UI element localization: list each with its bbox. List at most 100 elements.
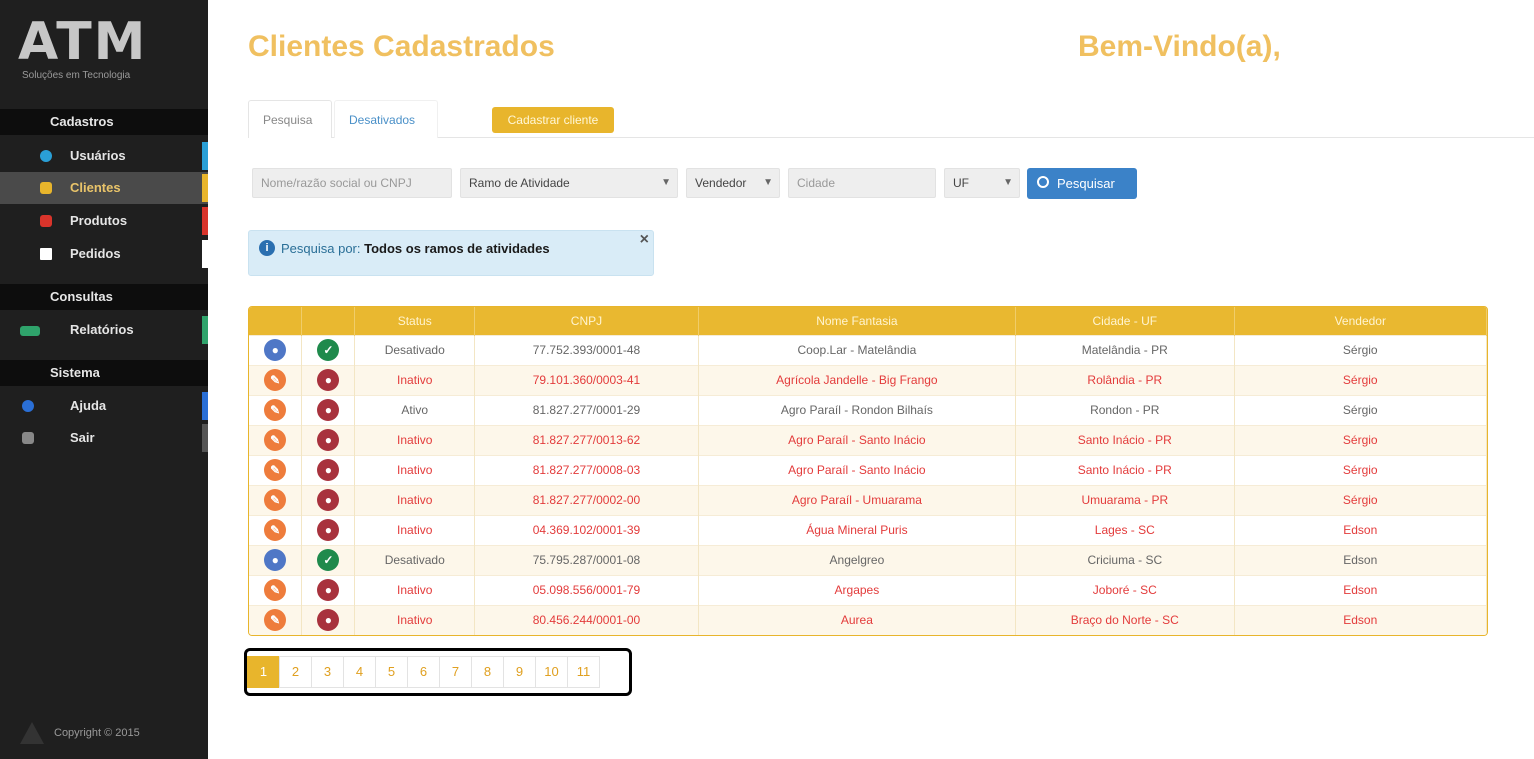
- deactivate-icon[interactable]: ●: [317, 579, 340, 601]
- city-cell: Joboré - SC: [1015, 574, 1235, 605]
- action-cell: ●: [301, 484, 356, 515]
- page-link[interactable]: 9: [503, 656, 536, 688]
- action-cell: ✎: [249, 574, 303, 605]
- activate-icon[interactable]: ✓: [317, 339, 340, 361]
- action-cell: ●: [301, 364, 356, 395]
- view-icon[interactable]: ●: [264, 339, 287, 361]
- cnpj-cell: 81.827.277/0013-62: [474, 424, 699, 455]
- action-cell: ✓: [301, 334, 356, 365]
- edit-icon[interactable]: ✎: [264, 519, 287, 541]
- sidebar-item-ajuda[interactable]: Ajuda: [0, 390, 208, 422]
- city-cell: Criciuma - SC: [1015, 544, 1235, 575]
- clients-table: Status CNPJ Nome Fantasia Cidade - UF Ve…: [248, 306, 1488, 636]
- sidebar-item-relatorios[interactable]: Relatórios: [0, 314, 208, 346]
- cnpj-cell: 04.369.102/0001-39: [474, 514, 699, 545]
- page-link[interactable]: 1: [247, 656, 280, 688]
- status-cell: Inativo: [354, 424, 476, 455]
- seller-value: Vendedor: [695, 176, 747, 190]
- sidebar-item-produtos[interactable]: Produtos: [0, 205, 208, 237]
- sidebar-item-label: Sair: [70, 430, 95, 445]
- seller-cell: Edson: [1234, 574, 1487, 605]
- action-cell: ✓: [301, 544, 356, 575]
- deactivate-icon[interactable]: ●: [317, 519, 340, 541]
- status-cell: Inativo: [354, 604, 476, 635]
- name-cnpj-input[interactable]: Nome/razão social ou CNPJ: [252, 168, 452, 198]
- sidebar-item-sair[interactable]: Sair: [0, 422, 208, 454]
- cnpj-cell: 81.827.277/0008-03: [474, 454, 699, 485]
- cnpj-cell: 75.795.287/0001-08: [474, 544, 699, 575]
- page-link[interactable]: 7: [439, 656, 472, 688]
- city-cell: Braço do Norte - SC: [1015, 604, 1235, 635]
- chevron-down-icon: ▼: [661, 177, 671, 188]
- info-icon: i: [259, 240, 275, 256]
- seller-select[interactable]: Vendedor ▼: [686, 168, 780, 198]
- table-row: ✎ ● Ativo 81.827.277/0001-29 Agro Paraíl - R…: [249, 394, 1487, 425]
- tab-pesquisa[interactable]: Pesquisa: [248, 100, 332, 138]
- page-link[interactable]: 10: [535, 656, 568, 688]
- name-cell: Agro Paraíl - Umuarama: [698, 484, 1017, 515]
- copyright: Copyright © 2015: [20, 722, 140, 744]
- name-cell: Agrícola Jandelle - Big Frango: [698, 364, 1017, 395]
- col-header: [249, 307, 303, 335]
- activate-icon[interactable]: ✓: [317, 549, 340, 571]
- action-cell: ●: [301, 514, 356, 545]
- action-cell: ✎: [249, 364, 303, 395]
- cnpj-cell: 05.098.556/0001-79: [474, 574, 699, 605]
- action-cell: ●: [301, 394, 356, 425]
- city-cell: Rondon - PR: [1015, 394, 1235, 425]
- deactivate-icon[interactable]: ●: [317, 429, 340, 451]
- uf-select[interactable]: UF ▼: [944, 168, 1020, 198]
- logo-text: ATM: [18, 12, 148, 72]
- sidebar-item-pedidos[interactable]: Pedidos: [0, 238, 208, 270]
- page-link[interactable]: 4: [343, 656, 376, 688]
- close-icon[interactable]: ×: [640, 231, 649, 249]
- edit-icon[interactable]: ✎: [264, 429, 287, 451]
- page-link[interactable]: 5: [375, 656, 408, 688]
- help-icon: [22, 400, 34, 412]
- name-cell: Angelgreo: [698, 544, 1017, 575]
- col-header-seller[interactable]: Vendedor: [1234, 307, 1487, 335]
- status-cell: Inativo: [354, 454, 476, 485]
- edit-icon[interactable]: ✎: [264, 489, 287, 511]
- status-cell: Inativo: [354, 574, 476, 605]
- col-header-city[interactable]: Cidade - UF: [1015, 307, 1235, 335]
- sidebar-item-usuarios[interactable]: Usuários: [0, 140, 208, 172]
- uf-value: UF: [953, 176, 969, 190]
- name-cell: Aurea: [698, 604, 1017, 635]
- edit-icon[interactable]: ✎: [264, 459, 287, 481]
- city-cell: Santo Inácio - PR: [1015, 454, 1235, 485]
- page-link[interactable]: 3: [311, 656, 344, 688]
- page-link[interactable]: 6: [407, 656, 440, 688]
- city-cell: Matelândia - PR: [1015, 334, 1235, 365]
- page-link[interactable]: 2: [279, 656, 312, 688]
- tab-desativados[interactable]: Desativados: [334, 100, 438, 138]
- deactivate-icon[interactable]: ●: [317, 369, 340, 391]
- search-button[interactable]: Pesquisar: [1027, 168, 1137, 199]
- table-row: ● ✓ Desativado 75.795.287/0001-08 Angelgreo C…: [249, 544, 1487, 575]
- add-client-button[interactable]: Cadastrar cliente: [492, 107, 614, 133]
- deactivate-icon[interactable]: ●: [317, 459, 340, 481]
- search-info-alert: i Pesquisa por: Todos os ramos de ativid…: [248, 230, 654, 276]
- col-header-name[interactable]: Nome Fantasia: [698, 307, 1017, 335]
- seller-cell: Edson: [1234, 544, 1487, 575]
- clients-icon: [40, 182, 52, 194]
- sidebar: ATM Soluções em Tecnologia Cadastros Usu…: [0, 0, 208, 759]
- deactivate-icon[interactable]: ●: [317, 609, 340, 632]
- deactivate-icon[interactable]: ●: [317, 399, 340, 421]
- city-input[interactable]: Cidade: [788, 168, 936, 198]
- deactivate-icon[interactable]: ●: [317, 489, 340, 511]
- edit-icon[interactable]: ✎: [264, 369, 287, 391]
- page-link[interactable]: 8: [471, 656, 504, 688]
- col-header-cnpj[interactable]: CNPJ: [474, 307, 699, 335]
- reports-icon: [20, 326, 40, 336]
- col-header-status[interactable]: Status: [354, 307, 476, 335]
- view-icon[interactable]: ●: [264, 549, 287, 571]
- edit-icon[interactable]: ✎: [264, 609, 287, 632]
- cnpj-cell: 77.752.393/0001-48: [474, 334, 699, 365]
- sidebar-item-clientes[interactable]: Clientes: [0, 172, 208, 204]
- action-cell: ●: [301, 424, 356, 455]
- activity-select[interactable]: Ramo de Atividade ▼: [460, 168, 678, 198]
- edit-icon[interactable]: ✎: [264, 579, 287, 601]
- edit-icon[interactable]: ✎: [264, 399, 287, 421]
- page-link[interactable]: 11: [567, 656, 600, 688]
